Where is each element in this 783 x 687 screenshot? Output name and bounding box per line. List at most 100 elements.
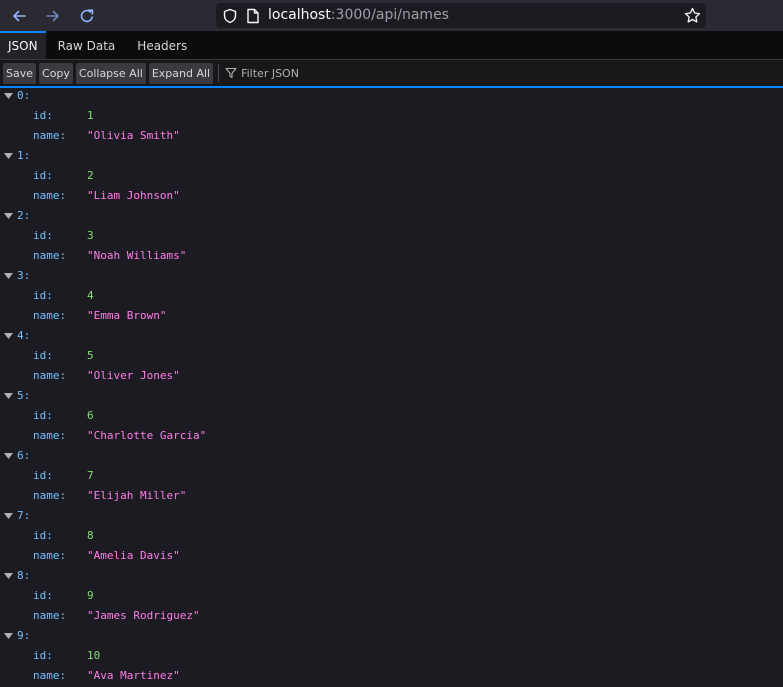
name-row[interactable]: name: "Noah Williams" [0, 248, 783, 268]
collapse-all-button[interactable]: Collapse All [75, 62, 146, 84]
url-bar[interactable]: localhost:3000/api/names [216, 3, 706, 28]
expand-triangle-icon[interactable] [4, 92, 13, 100]
array-item-row[interactable]: 6: [0, 448, 783, 468]
id-key: id: [33, 169, 53, 182]
tab-headers[interactable]: Headers [129, 31, 195, 59]
id-row[interactable]: id: 10 [0, 648, 783, 668]
name-key: name: [33, 609, 67, 622]
name-row[interactable]: name: "Oliver Jones" [0, 368, 783, 388]
filter-box[interactable] [225, 66, 392, 80]
name-row[interactable]: name: "James Rodriguez" [0, 608, 783, 628]
name-row[interactable]: name: "Liam Johnson" [0, 188, 783, 208]
back-button[interactable] [2, 0, 36, 31]
array-item-row[interactable]: 4: [0, 328, 783, 348]
name-value: "Charlotte Garcia" [87, 429, 207, 442]
expand-triangle-icon[interactable] [4, 392, 13, 400]
json-toolbar: Save Copy Collapse All Expand All [0, 60, 783, 86]
name-value: "Oliver Jones" [87, 369, 180, 382]
id-row[interactable]: id: 7 [0, 468, 783, 488]
id-row[interactable]: id: 9 [0, 588, 783, 608]
id-key: id: [33, 409, 53, 422]
id-value: 6 [87, 409, 94, 422]
array-index: 1: [17, 149, 31, 162]
arrow-right-icon [46, 10, 59, 21]
filter-icon [225, 67, 237, 79]
reload-button[interactable] [70, 0, 104, 31]
id-key: id: [33, 229, 53, 242]
name-value: "Olivia Smith" [87, 129, 180, 142]
id-value: 9 [87, 589, 94, 602]
id-row[interactable]: id: 2 [0, 168, 783, 188]
array-index: 7: [17, 509, 31, 522]
array-item-row[interactable]: 5: [0, 388, 783, 408]
array-item-row[interactable]: 3: [0, 268, 783, 288]
toolbar-divider [218, 64, 220, 82]
id-row[interactable]: id: 1 [0, 108, 783, 128]
array-index: 2: [17, 209, 31, 222]
name-row[interactable]: name: "Amelia Davis" [0, 548, 783, 568]
array-item-row[interactable]: 7: [0, 508, 783, 528]
name-value: "Liam Johnson" [87, 189, 180, 202]
expand-triangle-icon[interactable] [4, 512, 13, 520]
tab-raw-data[interactable]: Raw Data [50, 31, 124, 59]
array-index: 6: [17, 449, 31, 462]
array-item-row[interactable]: 0: [0, 88, 783, 108]
expand-triangle-icon[interactable] [4, 212, 13, 220]
id-value: 3 [87, 229, 94, 242]
url-host: localhost [268, 7, 331, 23]
array-index: 4: [17, 329, 31, 342]
url-text[interactable]: localhost:3000/api/names [268, 3, 449, 28]
expand-triangle-icon[interactable] [4, 272, 13, 280]
id-value: 5 [87, 349, 94, 362]
page-icon[interactable] [246, 8, 260, 24]
expand-triangle-icon[interactable] [4, 632, 13, 640]
array-item-row[interactable]: 1: [0, 148, 783, 168]
array-item-row[interactable]: 2: [0, 208, 783, 228]
copy-button[interactable]: Copy [39, 62, 73, 84]
id-value: 10 [87, 649, 101, 662]
id-row[interactable]: id: 4 [0, 288, 783, 308]
name-row[interactable]: name: "Elijah Miller" [0, 488, 783, 508]
array-index: 0: [17, 89, 31, 102]
array-item-row[interactable]: 8: [0, 568, 783, 588]
id-row[interactable]: id: 5 [0, 348, 783, 368]
name-row[interactable]: name: "Charlotte Garcia" [0, 428, 783, 448]
filter-json-input[interactable] [241, 66, 392, 80]
id-value: 4 [87, 289, 94, 302]
id-value: 7 [87, 469, 94, 482]
expand-triangle-icon[interactable] [4, 572, 13, 580]
id-key: id: [33, 649, 53, 662]
name-key: name: [33, 369, 67, 382]
name-key: name: [33, 549, 67, 562]
name-value: "Amelia Davis" [87, 549, 180, 562]
tab-json[interactable]: JSON [0, 31, 46, 59]
arrow-left-icon [13, 10, 26, 21]
name-key: name: [33, 489, 67, 502]
id-row[interactable]: id: 3 [0, 228, 783, 248]
name-value: "Ava Martinez" [87, 669, 180, 682]
bookmark-star-icon[interactable] [684, 7, 701, 24]
name-value: "Noah Williams" [87, 249, 187, 262]
name-row[interactable]: name: "Olivia Smith" [0, 128, 783, 148]
name-value: "Elijah Miller" [87, 489, 187, 502]
id-key: id: [33, 469, 53, 482]
id-key: id: [33, 589, 53, 602]
forward-button[interactable] [36, 0, 70, 31]
name-row[interactable]: name: "Emma Brown" [0, 308, 783, 328]
expand-triangle-icon[interactable] [4, 152, 13, 160]
name-key: name: [33, 669, 67, 682]
id-value: 8 [87, 529, 94, 542]
name-row[interactable]: name: "Ava Martinez" [0, 668, 783, 687]
name-key: name: [33, 309, 67, 322]
id-row[interactable]: id: 8 [0, 528, 783, 548]
shield-icon[interactable] [222, 8, 238, 24]
id-row[interactable]: id: 6 [0, 408, 783, 428]
array-item-row[interactable]: 9: [0, 628, 783, 648]
expand-triangle-icon[interactable] [4, 452, 13, 460]
array-index: 8: [17, 569, 31, 582]
save-button[interactable]: Save [3, 62, 37, 84]
json-tree: 0: id: 1 name: "Olivia Smith" 1: id: 2 n… [0, 88, 783, 687]
expand-all-button[interactable]: Expand All [148, 62, 214, 84]
expand-triangle-icon[interactable] [4, 332, 13, 340]
name-key: name: [33, 189, 67, 202]
